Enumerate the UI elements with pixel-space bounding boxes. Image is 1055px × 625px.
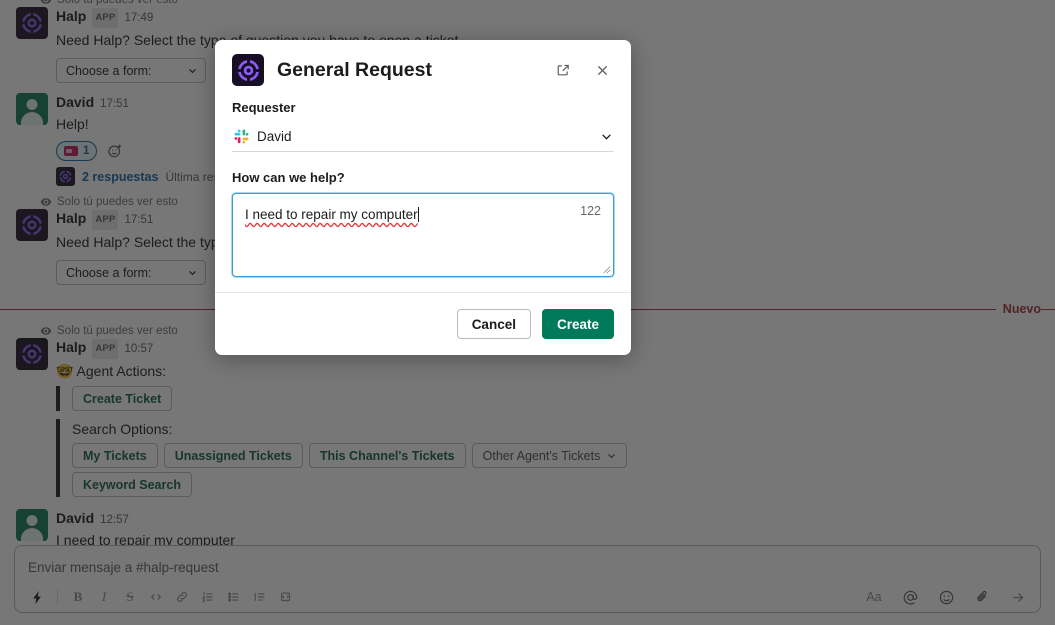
create-label: Create: [556, 316, 599, 332]
character-counter: 122: [580, 204, 601, 218]
create-button[interactable]: Create: [541, 309, 614, 339]
requester-select[interactable]: David: [232, 122, 614, 152]
modal-footer: Cancel Create: [215, 293, 631, 355]
slack-logo-icon: [234, 129, 249, 144]
resize-grip-icon[interactable]: [600, 263, 611, 274]
help-label: How can we help?: [232, 170, 345, 185]
halp-app-icon: [232, 54, 264, 86]
chevron-down-icon: [602, 134, 611, 140]
external-link-icon[interactable]: [550, 57, 576, 83]
help-textarea-value: I need to repair my computer: [245, 207, 418, 222]
halp-lifebuoy-icon: [236, 58, 260, 82]
close-glyph: [597, 65, 607, 75]
requester-label: Requester: [232, 100, 296, 115]
external-link-glyph: [557, 64, 569, 75]
modal-body: Requester David How can we help? I need …: [215, 96, 631, 277]
cancel-label: Cancel: [471, 316, 516, 332]
text-caret: [417, 207, 419, 222]
close-icon[interactable]: [589, 57, 615, 83]
help-field-wrap: I need to repair my computer 122: [232, 193, 614, 277]
general-request-modal: General Request Requester David How can …: [215, 40, 631, 355]
requester-value: David: [257, 129, 292, 144]
modal-header: General Request: [215, 40, 631, 96]
help-textarea[interactable]: I need to repair my computer 122: [232, 193, 614, 277]
cancel-button[interactable]: Cancel: [456, 309, 531, 339]
modal-title: General Request: [277, 58, 432, 81]
